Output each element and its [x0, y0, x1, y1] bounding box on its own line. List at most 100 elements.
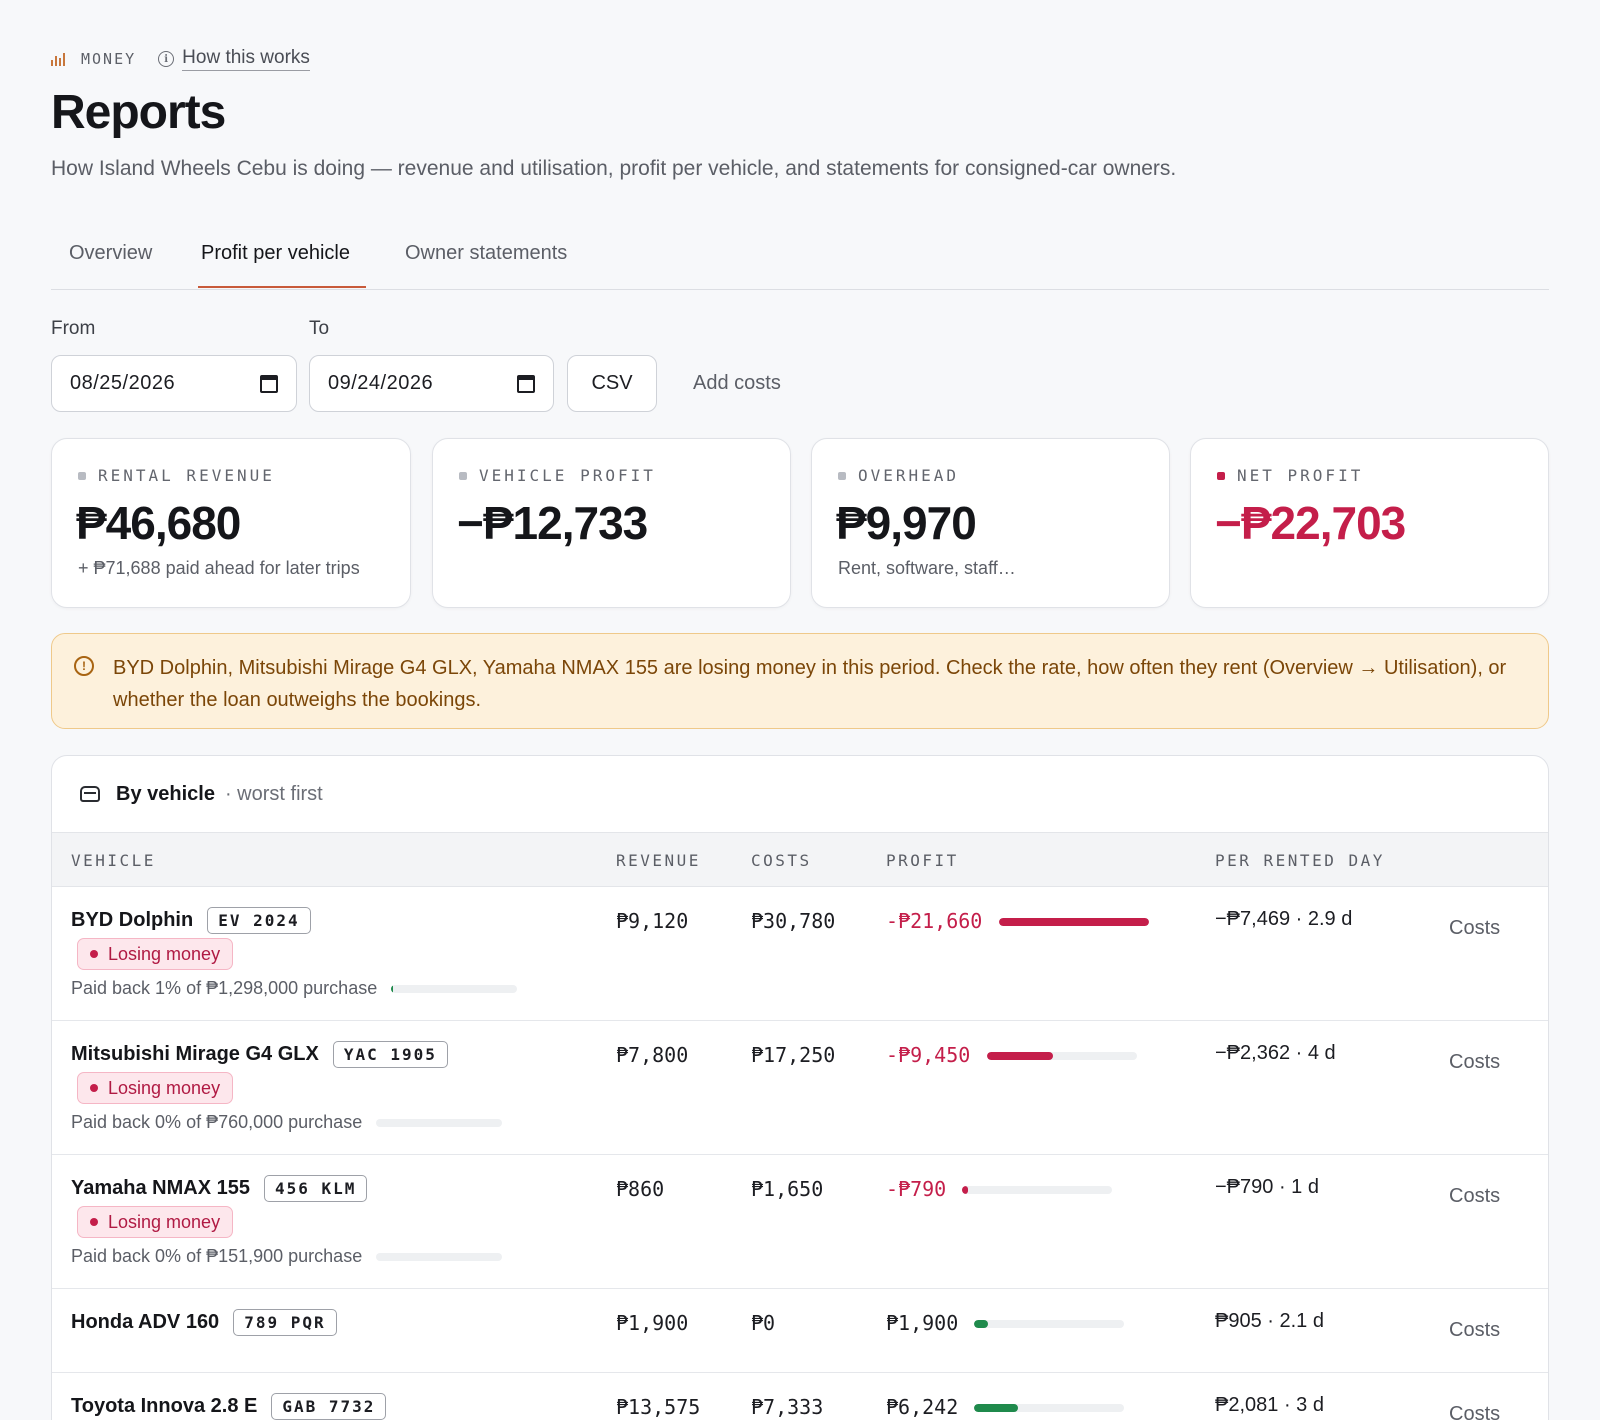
kpi-net-profit: NET PROFIT −₱22,703: [1190, 438, 1549, 608]
profit-bar: [999, 918, 1149, 926]
status-badge-label: Losing money: [108, 1077, 221, 1098]
payback-progress: [376, 1252, 503, 1261]
to-date-value: 09/24/2026: [328, 372, 434, 394]
col-revenue: REVENUE: [616, 851, 701, 870]
kpi-value: −₱22,703: [1215, 497, 1406, 549]
status-dot: [90, 1084, 98, 1092]
vehicle-name[interactable]: Honda ADV 160: [71, 1311, 219, 1334]
per-rented-day-cell: ₱2,081 · 3 d: [1215, 1394, 1324, 1416]
status-badge: Losing money: [77, 1072, 234, 1104]
per-rented-day-cell: −₱7,469 · 2.9 d: [1215, 908, 1353, 930]
kpi-note: + ₱71,688 paid ahead for later trips: [78, 558, 360, 578]
revenue-cell: ₱860: [616, 1177, 665, 1201]
kpi-value: −₱12,733: [457, 497, 648, 549]
kpi-label: RENTAL REVENUE: [98, 466, 275, 485]
payback-text: Paid back 0% of ₱151,900 purchase: [71, 1246, 363, 1266]
kpi-label: VEHICLE PROFIT: [479, 466, 656, 485]
revenue-cell: ₱7,800: [616, 1043, 689, 1067]
costs-cell: ₱7,333: [751, 1395, 824, 1419]
costs-cell: ₱30,780: [751, 909, 836, 933]
col-profit: PROFIT: [886, 851, 959, 870]
plate-badge: 789 PQR: [233, 1309, 337, 1336]
csv-button[interactable]: CSV: [567, 355, 657, 412]
table-row: Mitsubishi Mirage G4 GLX YAC 1905 Losing …: [52, 1021, 1548, 1155]
kpi-value: ₱46,680: [76, 497, 241, 549]
status-dot: [90, 1218, 98, 1226]
costs-link[interactable]: Costs: [1449, 1319, 1500, 1342]
per-rented-day-cell: −₱790 · 1 d: [1215, 1176, 1319, 1198]
alert-circle-icon: !: [74, 656, 94, 676]
status-dot: [90, 950, 98, 958]
payback-progress: [376, 1118, 503, 1127]
vehicle-name[interactable]: Mitsubishi Mirage G4 GLX: [71, 1043, 319, 1066]
tab-overview[interactable]: Overview: [69, 242, 152, 265]
info-icon: i: [158, 51, 175, 67]
payback-info: Paid back 0% of ₱760,000 purchase: [71, 1112, 503, 1133]
profit-bar-fill: [962, 1186, 968, 1194]
profit-cell: ₱1,900: [886, 1311, 959, 1335]
tab-owner-statements[interactable]: Owner statements: [405, 242, 567, 265]
profit-bar-fill: [974, 1320, 988, 1328]
kpi-rental-revenue: RENTAL REVENUE ₱46,680 + ₱71,688 paid ah…: [51, 438, 411, 608]
eyebrow: MONEY i How this works: [51, 47, 310, 71]
plate-badge: EV 2024: [207, 907, 311, 934]
kpi-vehicle-profit: VEHICLE PROFIT −₱12,733: [432, 438, 791, 608]
payback-info: Paid back 1% of ₱1,298,000 purchase: [71, 978, 518, 999]
costs-link[interactable]: Costs: [1449, 1403, 1500, 1420]
col-per-rented-day: PER RENTED DAY: [1215, 851, 1385, 870]
card-title: By vehicle: [116, 782, 215, 805]
costs-link[interactable]: Costs: [1449, 1051, 1500, 1074]
vehicle-name[interactable]: Yamaha NMAX 155: [71, 1177, 250, 1200]
calendar-icon[interactable]: [517, 374, 535, 393]
page-subtitle: How Island Wheels Cebu is doing — revenu…: [51, 157, 1177, 180]
to-date-input[interactable]: 09/24/2026: [309, 355, 554, 412]
chart-bars-icon: [51, 52, 67, 66]
table-row: Yamaha NMAX 155 456 KLM Losing money Paid…: [52, 1155, 1548, 1289]
section-label: MONEY: [81, 50, 137, 68]
active-tab-indicator: [198, 286, 366, 288]
alert-text: BYD Dolphin, Mitsubishi Mirage G4 GLX, Y…: [113, 657, 1507, 711]
profit-cell: -₱21,660: [886, 909, 983, 933]
car-icon: [80, 786, 100, 802]
losing-money-alert: ! BYD Dolphin, Mitsubishi Mirage G4 GLX,…: [51, 633, 1549, 729]
kpi-value: ₱9,970: [836, 497, 977, 549]
profit-cell: ₱6,242: [886, 1395, 959, 1419]
costs-link[interactable]: Costs: [1449, 917, 1500, 940]
profit-bar-fill: [987, 1052, 1053, 1060]
from-label: From: [51, 318, 96, 339]
costs-cell: ₱17,250: [751, 1043, 836, 1067]
profit-bar: [974, 1404, 1124, 1412]
revenue-cell: ₱13,575: [616, 1395, 701, 1419]
how-this-works-link[interactable]: How this works: [182, 47, 310, 71]
kpi-dot: [459, 471, 467, 480]
vehicle-name[interactable]: BYD Dolphin: [71, 909, 193, 932]
per-rented-day-cell: −₱2,362 · 4 d: [1215, 1042, 1336, 1064]
costs-link[interactable]: Costs: [1449, 1185, 1500, 1208]
kpi-label: OVERHEAD: [858, 466, 960, 485]
revenue-cell: ₱9,120: [616, 909, 689, 933]
kpi-note: Rent, software, staff…: [838, 558, 1016, 578]
table-header: VEHICLE REVENUE COSTS PROFIT PER RENTED …: [52, 832, 1548, 887]
card-subtitle: · worst first: [224, 782, 323, 805]
report-tabs: Overview Profit per vehicle Owner statem…: [51, 226, 1549, 290]
table-row: Honda ADV 160 789 PQR ₱1,900 ₱0 ₱1,900 ₱9…: [52, 1289, 1548, 1373]
kpi-dot: [78, 471, 86, 480]
plate-badge: YAC 1905: [332, 1041, 448, 1068]
status-badge-label: Losing money: [108, 943, 221, 964]
tab-profit-per-vehicle[interactable]: Profit per vehicle: [201, 242, 350, 265]
profit-bar: [987, 1052, 1137, 1060]
payback-text: Paid back 0% of ₱760,000 purchase: [71, 1112, 363, 1132]
profit-bar: [962, 1186, 1112, 1194]
status-badge: Losing money: [77, 938, 234, 970]
calendar-icon[interactable]: [260, 374, 278, 393]
table-row: Toyota Innova 2.8 E GAB 7732 ₱13,575 ₱7,3…: [52, 1373, 1548, 1420]
payback-progress-fill: [391, 984, 394, 993]
from-date-input[interactable]: 08/25/2026: [51, 355, 297, 412]
add-costs-button[interactable]: Add costs: [693, 372, 781, 395]
revenue-cell: ₱1,900: [616, 1311, 689, 1335]
profit-bar: [974, 1320, 1124, 1328]
vehicle-name[interactable]: Toyota Innova 2.8 E: [71, 1395, 257, 1418]
payback-progress: [391, 984, 518, 993]
col-vehicle: VEHICLE: [71, 851, 156, 870]
to-label: To: [309, 318, 330, 339]
